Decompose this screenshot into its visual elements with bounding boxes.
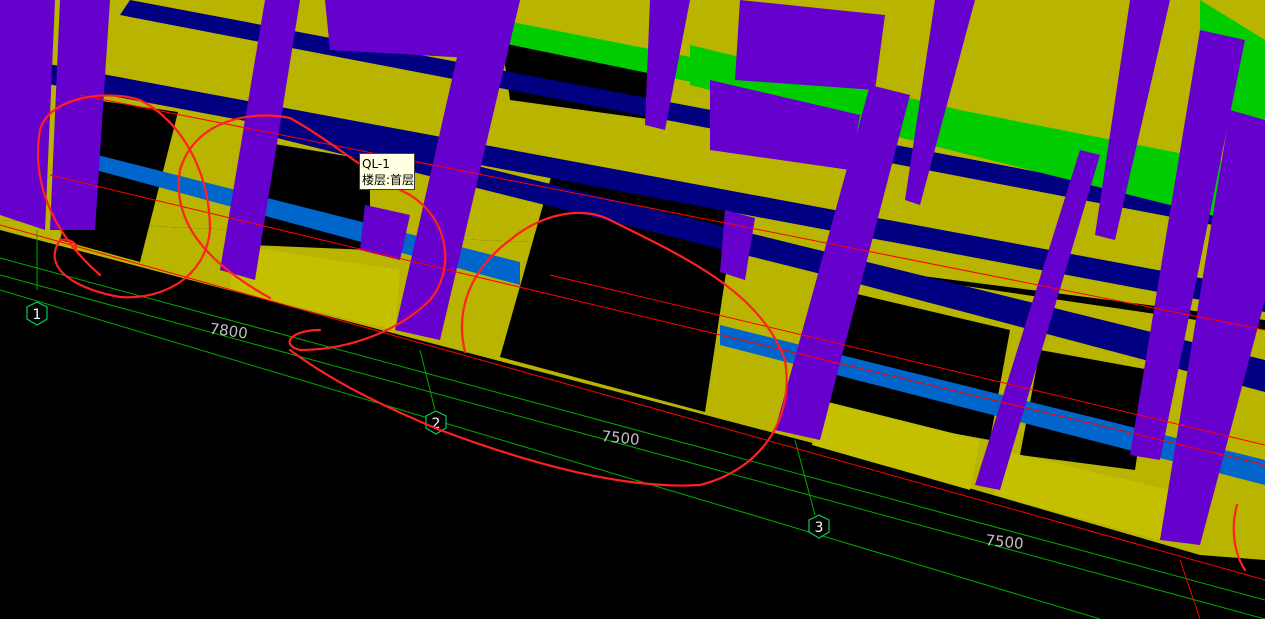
element-tooltip: QL-1 楼层:首层 [359, 153, 415, 190]
column-8[interactable] [735, 0, 885, 90]
tooltip-floor: 楼层:首层 [362, 173, 415, 187]
3d-model-viewport[interactable]: 1 2 3 7800 7500 7500 [0, 0, 1265, 619]
axis-label-3: 3 [815, 520, 824, 536]
tooltip-element-name: QL-1 [362, 157, 390, 171]
axis-label-1: 1 [33, 307, 42, 323]
